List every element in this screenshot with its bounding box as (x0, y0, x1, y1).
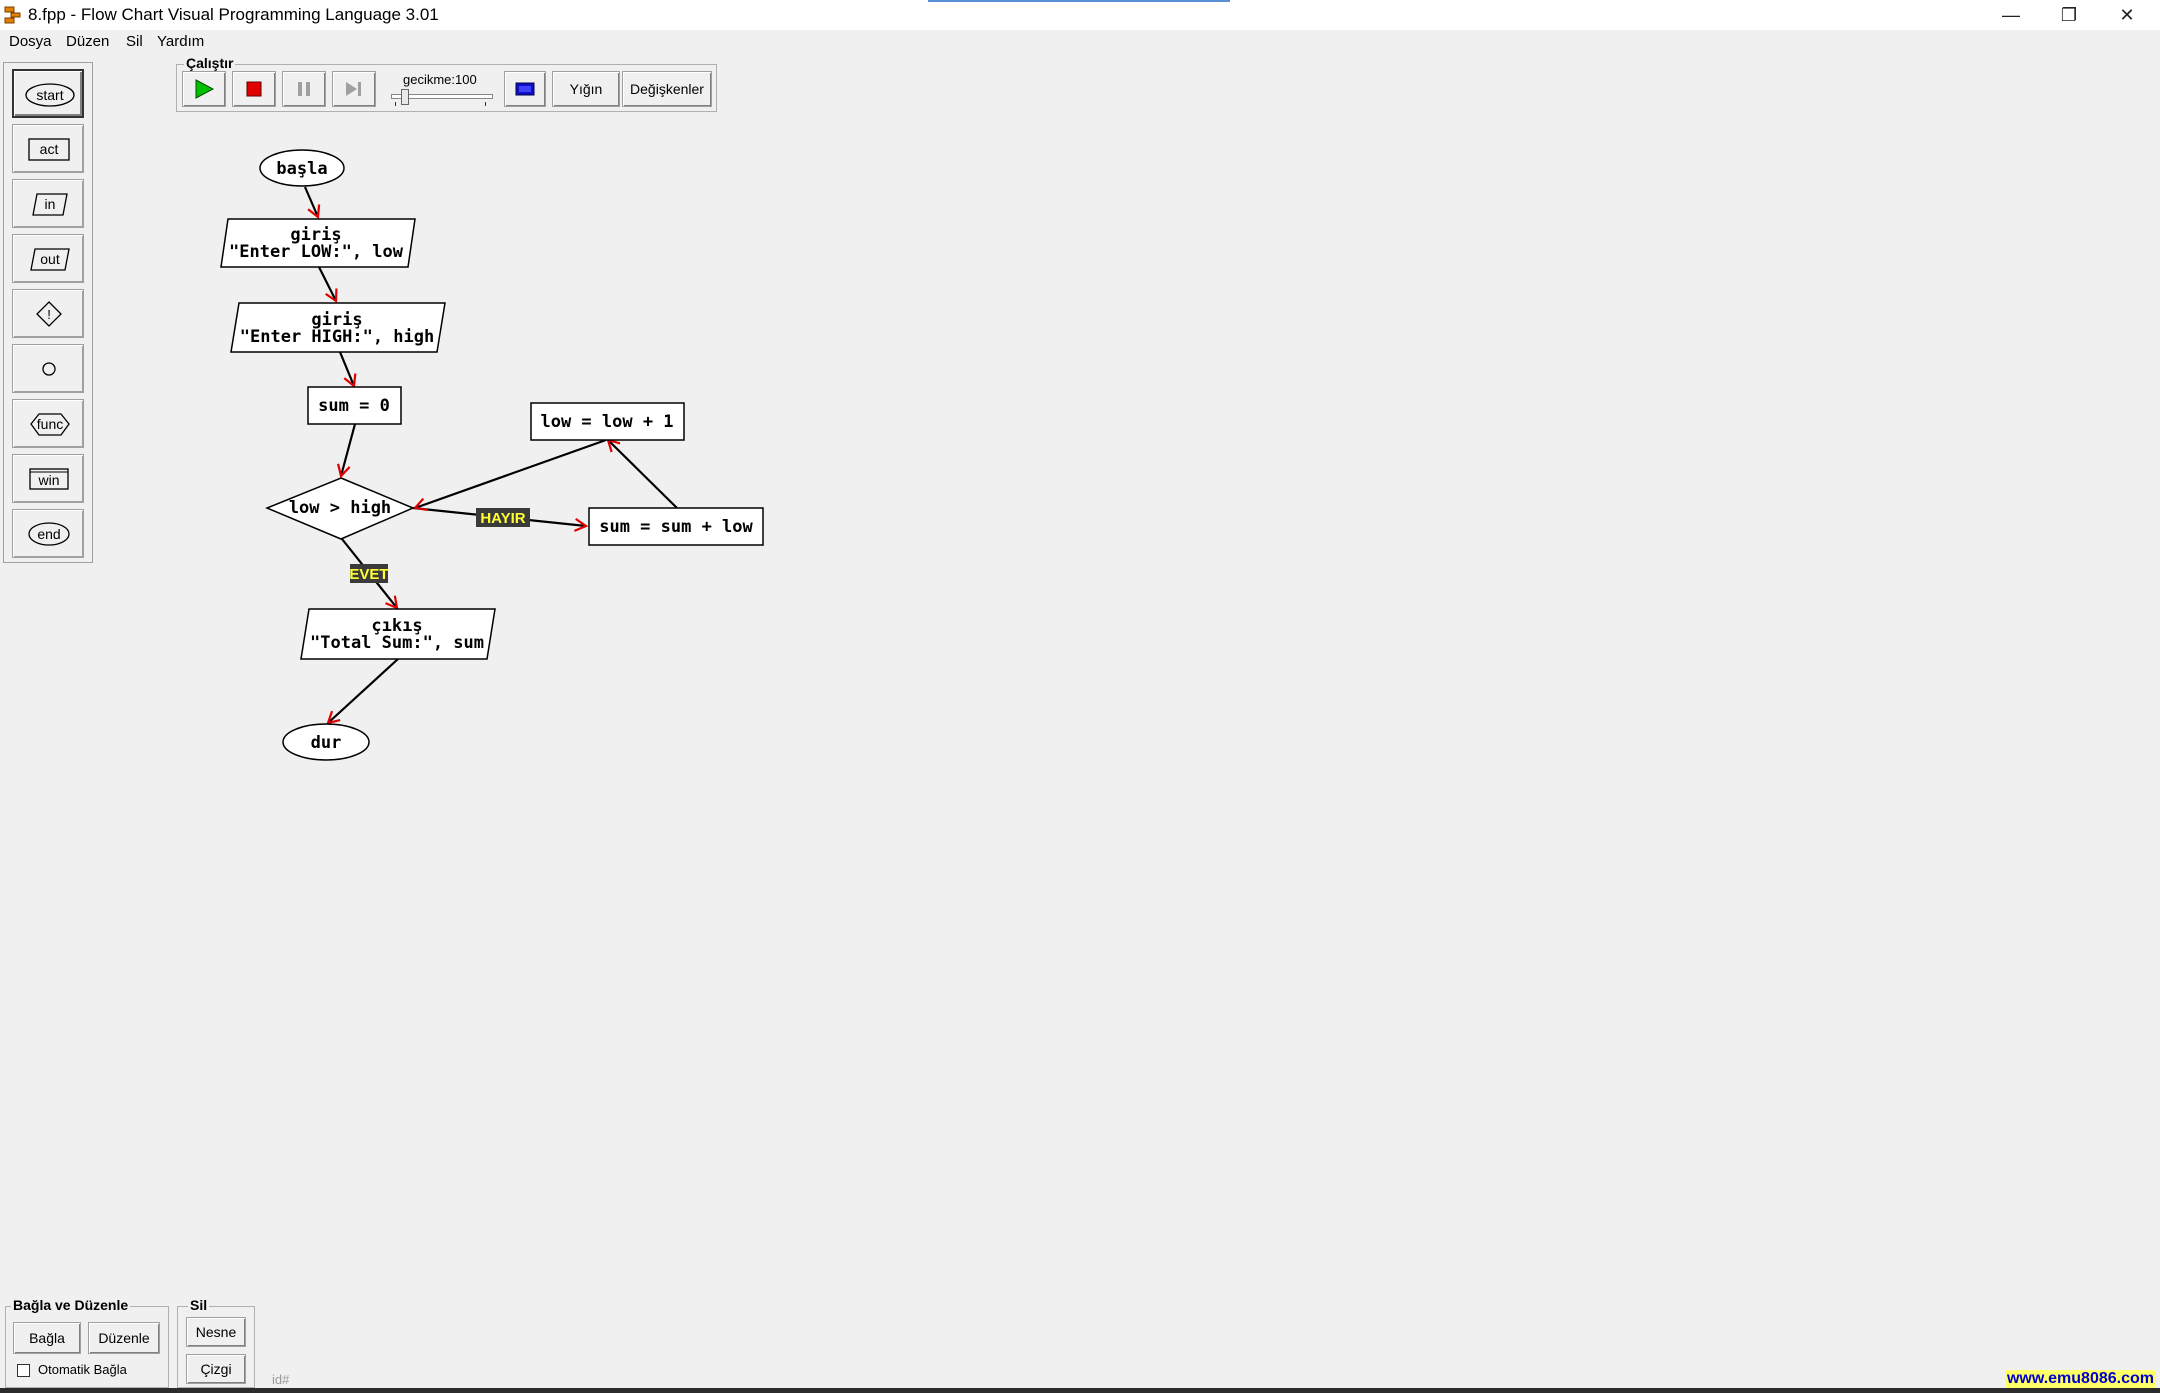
auto-connect-label: Otomatik Bağla (38, 1362, 127, 1377)
yes-branch-label: EVET (349, 564, 389, 583)
emu8086-link[interactable]: www.emu8086.com (2004, 1370, 2156, 1388)
connector-input1-input2[interactable] (318, 266, 336, 301)
output-node[interactable]: çıkış "Total Sum:", sum (300, 608, 496, 660)
bottom-edge (0, 1388, 2160, 1393)
no-branch-label: HAYIR (476, 508, 530, 527)
input-low-node[interactable]: giriş "Enter LOW:", low (220, 218, 416, 268)
condition-node[interactable]: low > high (265, 477, 415, 540)
input-high-node[interactable]: giriş "Enter HIGH:", high (230, 302, 446, 353)
connect-button[interactable]: Bağla (13, 1322, 81, 1354)
connector-init-condition[interactable] (341, 423, 357, 476)
svg-text:"Enter LOW:", low: "Enter LOW:", low (229, 242, 404, 262)
svg-text:sum = sum + low: sum = sum + low (599, 517, 753, 537)
delete-group-label: Sil (188, 1297, 210, 1313)
svg-text:"Total Sum:", sum: "Total Sum:", sum (310, 633, 484, 653)
connect-edit-group-label: Bağla ve Düzenle (11, 1297, 131, 1313)
id-marker: id# (272, 1372, 290, 1387)
svg-text:low > high: low > high (289, 498, 391, 518)
svg-text:sum = 0: sum = 0 (318, 396, 390, 416)
svg-text:HAYIR: HAYIR (480, 510, 525, 527)
connector-increment-condition[interactable] (415, 438, 607, 508)
svg-text:dur: dur (311, 733, 342, 753)
connector-input2-init[interactable] (338, 351, 354, 386)
flowchart-canvas: başla giriş "Enter LOW:", low giriş "Ent… (220, 149, 764, 761)
svg-text:low = low + 1: low = low + 1 (540, 412, 673, 432)
init-sum-node[interactable]: sum = 0 (307, 386, 402, 425)
start-node[interactable]: başla (259, 149, 345, 187)
svg-text:EVET: EVET (349, 566, 388, 583)
edit-button[interactable]: Düzenle (88, 1322, 160, 1354)
end-node[interactable]: dur (282, 723, 370, 761)
svg-text:"Enter HIGH:", high: "Enter HIGH:", high (240, 327, 434, 347)
delete-object-button[interactable]: Nesne (186, 1317, 246, 1347)
svg-text:başla: başla (276, 159, 327, 179)
delete-line-button[interactable]: Çizgi (186, 1354, 246, 1384)
auto-connect-checkbox[interactable] (17, 1364, 30, 1377)
connector-accumulate-increment[interactable] (608, 440, 678, 509)
accumulate-node[interactable]: sum = sum + low (588, 507, 764, 546)
connector-output-end[interactable] (328, 658, 399, 723)
connector-start-input1[interactable] (303, 186, 318, 217)
increment-node[interactable]: low = low + 1 (530, 402, 685, 441)
